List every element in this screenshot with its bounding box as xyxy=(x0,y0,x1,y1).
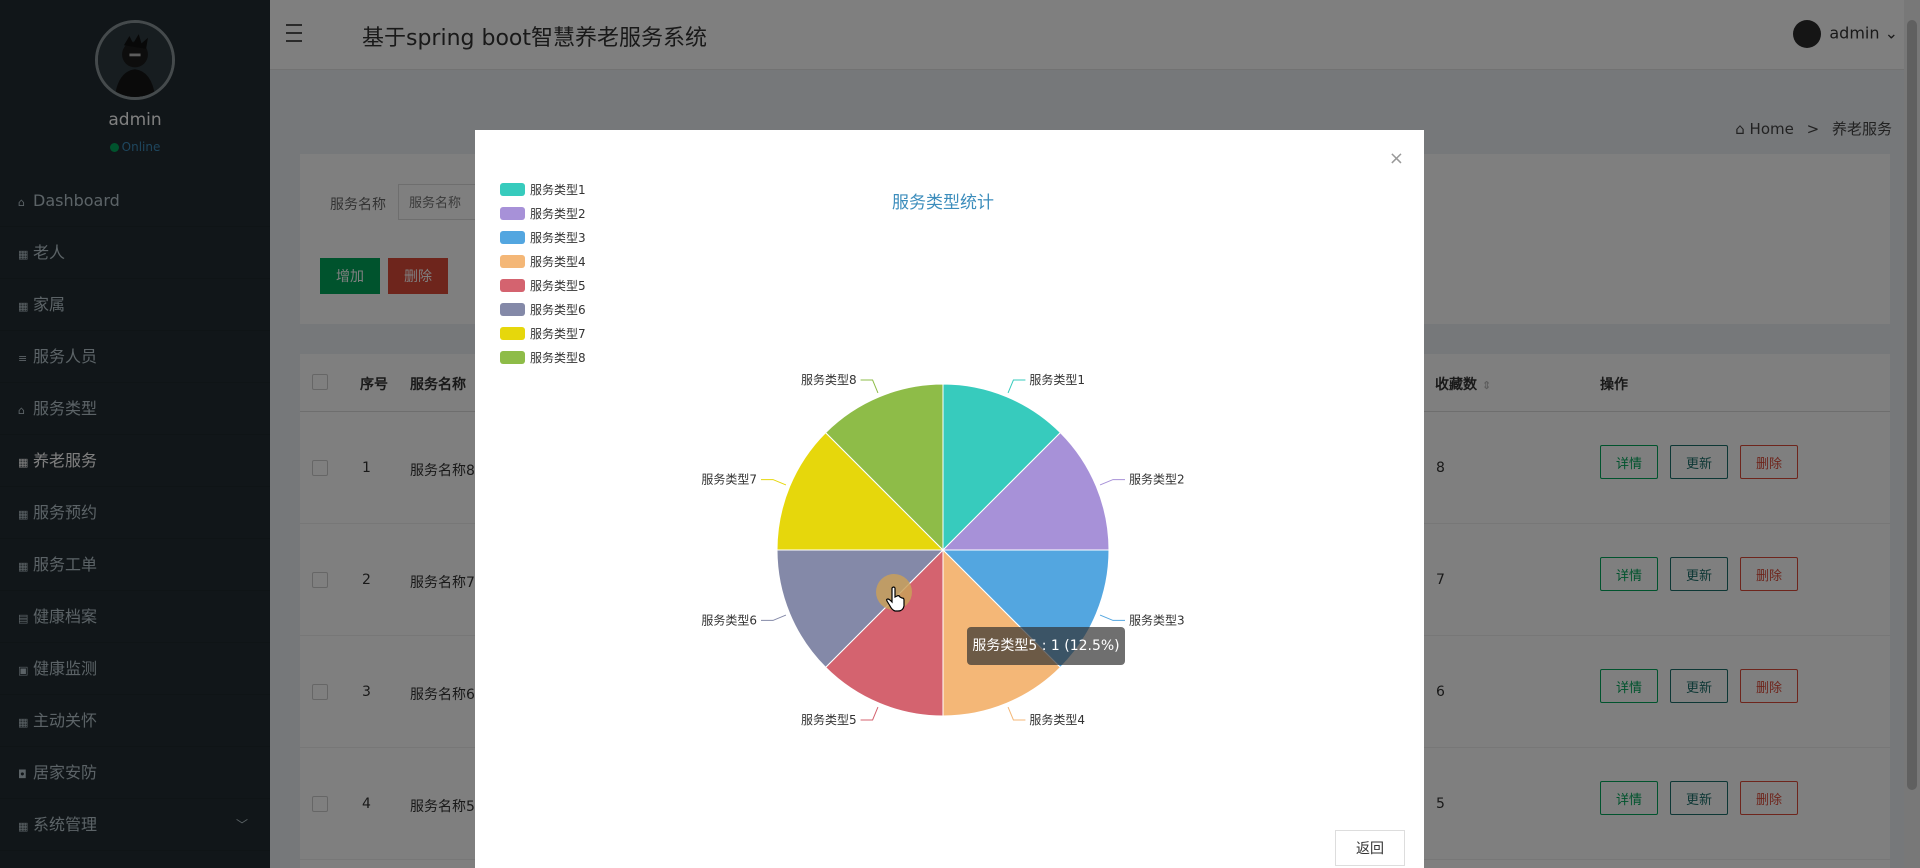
legend-label: 服务类型8 xyxy=(530,350,586,365)
back-button[interactable]: 返回 xyxy=(1335,830,1405,866)
slice-label: 服务类型7 xyxy=(701,472,757,487)
chart-title: 服务类型统计 xyxy=(892,193,994,213)
slice-label: 服务类型5 xyxy=(801,712,857,727)
slice-label: 服务类型8 xyxy=(801,372,857,387)
legend-swatch xyxy=(500,279,525,292)
slice-label: 服务类型2 xyxy=(1129,472,1185,487)
slice-label: 服务类型3 xyxy=(1129,612,1185,627)
hand-cursor-icon xyxy=(886,586,905,612)
slice-label-line xyxy=(1007,706,1026,721)
legend-swatch xyxy=(500,351,525,364)
slice-label-line xyxy=(1099,479,1125,486)
slice-label-line xyxy=(1007,379,1026,394)
slice-label-line xyxy=(860,706,879,721)
legend-label: 服务类型2 xyxy=(530,206,586,221)
legend-swatch xyxy=(500,303,525,316)
slice-label-line xyxy=(761,614,787,621)
slice-label-line xyxy=(1099,614,1125,621)
slice-label: 服务类型1 xyxy=(1029,372,1085,387)
chart-modal: × 服务类型统计 服务类型1 服务类型2 服务类型3 服务类型4 服务类型5 服务类型6 服务… xyxy=(475,130,1424,868)
legend-label: 服务类型7 xyxy=(530,326,586,341)
slice-label: 服务类型4 xyxy=(1029,712,1085,727)
legend-swatch xyxy=(500,231,525,244)
legend-label: 服务类型4 xyxy=(530,254,586,269)
legend-swatch xyxy=(500,255,525,268)
legend-label: 服务类型5 xyxy=(530,278,586,293)
slice-label-line xyxy=(761,479,787,486)
legend-label: 服务类型6 xyxy=(530,302,586,317)
legend-swatch xyxy=(500,327,525,340)
legend-swatch xyxy=(500,207,525,220)
pie-chart: 服务类型统计服务类型1服务类型2服务类型3服务类型4服务类型5服务类型6服务类型… xyxy=(500,182,1185,727)
slice-label-line xyxy=(860,379,879,394)
chart-tooltip: 服务类型5 : 1 (12.5%) xyxy=(967,627,1125,665)
legend-label: 服务类型3 xyxy=(530,230,586,245)
slice-label: 服务类型6 xyxy=(701,612,757,627)
legend-swatch xyxy=(500,183,525,196)
legend-label: 服务类型1 xyxy=(530,182,586,197)
